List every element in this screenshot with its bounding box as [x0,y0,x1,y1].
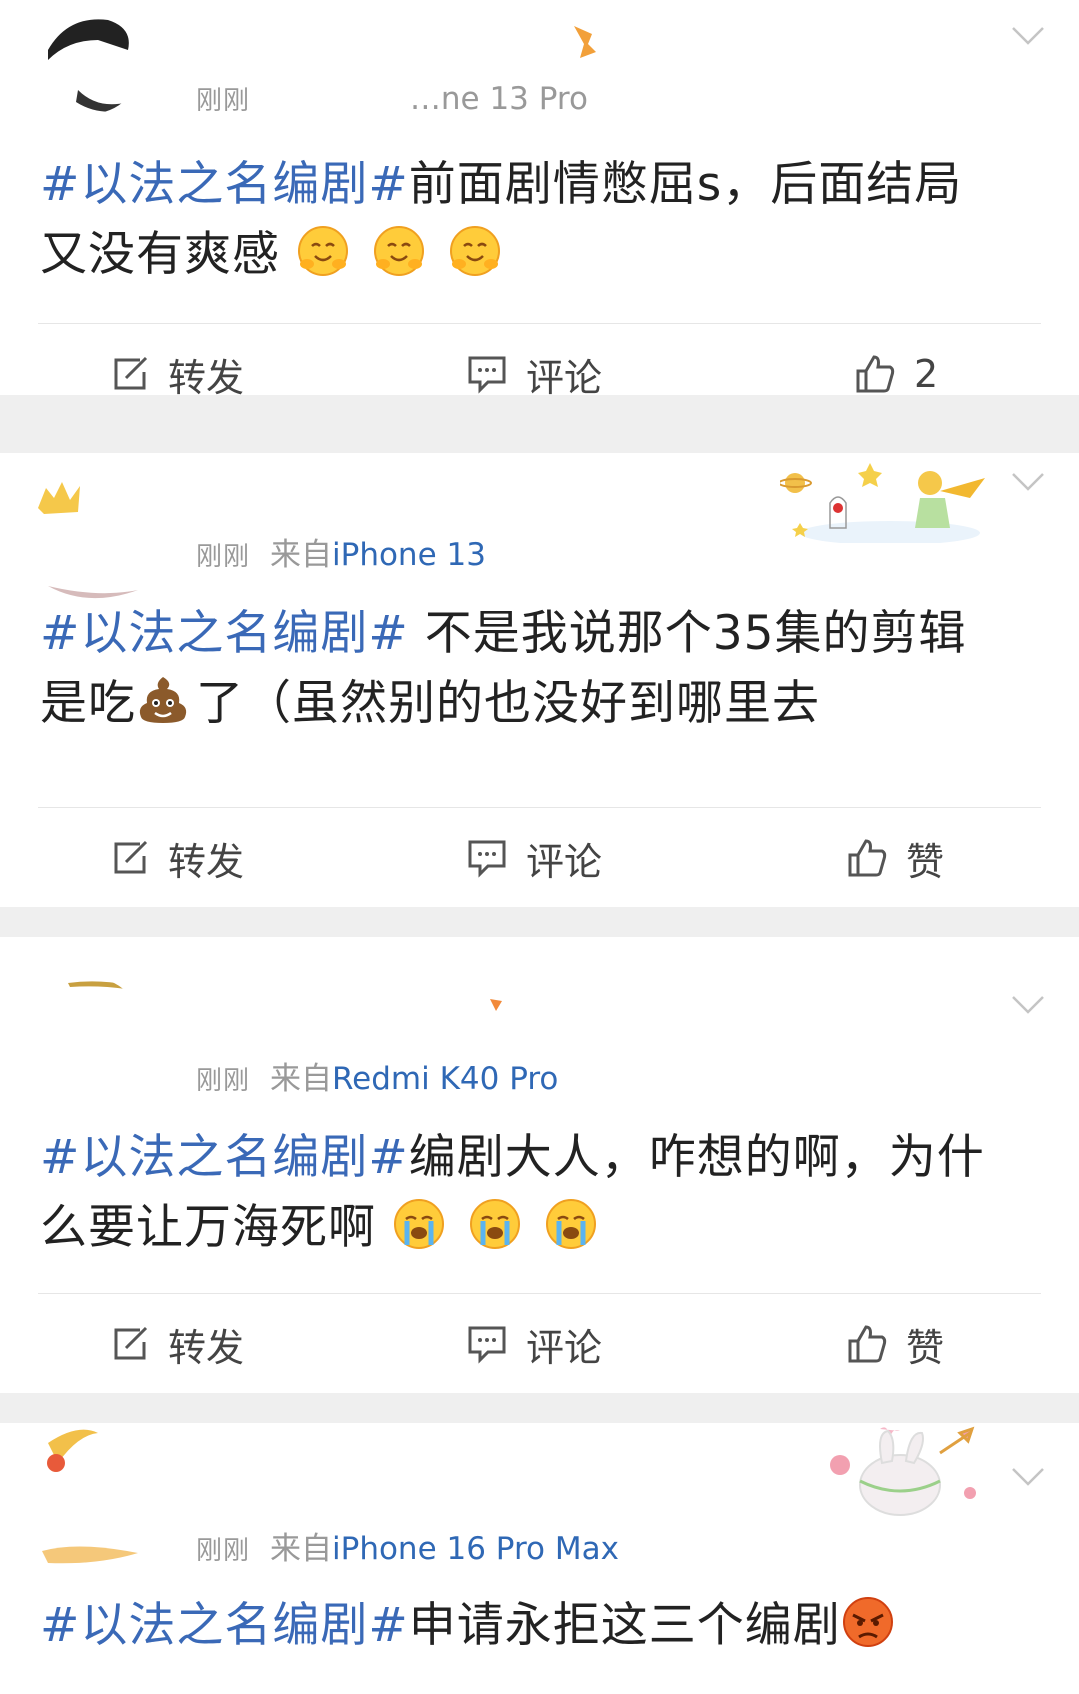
hashtag-link[interactable]: #以法之名编剧# [40,157,409,212]
like-button[interactable]: 赞 [846,818,944,898]
hug-emoji-icon [297,226,348,276]
post-time: 刚刚 [196,86,251,116]
chevron-down-icon[interactable] [1011,472,1045,492]
repost-button[interactable]: 转发 [110,818,244,898]
post-card-1: 刚刚 …ne 13 Pro #以法之名编剧#前面剧情憋屈s，后面结局又没有爽感 … [0,0,1079,395]
comment-button[interactable]: 评论 [466,1304,602,1384]
hug-emoji-icon [373,226,424,276]
repost-label: 转发 [168,1325,245,1370]
post-card-4: 刚刚 来自iPhone 16 Pro Max #以法之名编剧#申请永拒这三个编剧 [0,1423,1079,1694]
little-prince-banner-icon [780,463,985,543]
like-label: 赞 [906,839,945,884]
crying-emoji-icon [545,1199,596,1249]
device-label: …ne 13 Pro [409,81,588,117]
avatar[interactable] [38,458,142,618]
post-time: 刚刚 [196,542,251,572]
post-separator [0,907,1079,937]
post-meta: 刚刚 来自iPhone 13 [196,529,486,574]
post-meta: 刚刚 来自Redmi K40 Pro [196,1053,558,1098]
repost-button[interactable]: 转发 [110,1304,244,1384]
repost-icon [114,356,148,390]
action-bar: 转发 评论 赞 [0,818,1079,898]
comment-icon [468,1326,506,1364]
emoji-group [376,1199,604,1255]
hug-emoji-icon [449,226,500,276]
like-button[interactable]: 赞 [846,1304,944,1384]
post-meta: 刚刚 来自iPhone 16 Pro Max [196,1523,619,1568]
repost-label: 转发 [168,355,245,396]
post-body: 申请永拒这三个编剧 [408,1598,841,1653]
repost-icon [114,1326,148,1360]
rabbit-banner-icon [830,1426,976,1516]
emoji-group [280,226,508,282]
angry-emoji-icon [842,1597,893,1647]
fox-decoration-icon [490,999,502,1011]
hashtag-link[interactable]: #以法之名编剧# [40,606,409,661]
post-text: #以法之名编剧#前面剧情憋屈s，后面结局又没有爽感 [40,150,1009,290]
crying-emoji-icon [393,1199,444,1249]
chevron-down-icon[interactable] [1011,995,1045,1015]
action-bar: 转发 评论 赞 [0,1304,1079,1384]
chevron-down-icon[interactable] [1011,26,1045,46]
post-separator [0,1393,1079,1423]
post-text: #以法之名编剧#编剧大人，咋想的啊，为什么要让万海死啊 [40,1123,1009,1263]
thumbs-up-icon [856,355,895,393]
device-link[interactable]: iPhone 16 Pro Max [332,1531,619,1567]
thumbs-up-icon [848,1325,887,1363]
comment-label: 评论 [526,355,603,396]
post-card-3: 刚刚 来自Redmi K40 Pro #以法之名编剧#编剧大人，咋想的啊，为什么要… [0,937,1079,1393]
poop-emoji-icon [139,677,187,723]
from-label: 来自 [270,537,333,573]
crying-emoji-icon [469,1199,520,1249]
like-button[interactable]: 2 [854,334,938,395]
hashtag-link[interactable]: #以法之名编剧# [40,1598,409,1653]
post-text: #以法之名编剧#申请永拒这三个编剧 [40,1591,1009,1661]
divider [38,323,1041,324]
post-card-2: 刚刚 来自iPhone 13 #以法之名编剧# 不是我说那个35集的剪辑是吃 了（虽… [0,453,1079,907]
action-bar: 转发 评论 2 [0,334,1079,395]
post-body-continued: 了（虽然别的也没好到哪里去 [196,676,820,731]
avatar[interactable] [38,1423,142,1573]
like-label: 赞 [906,1325,945,1370]
comment-button[interactable]: 评论 [466,818,602,898]
from-label: 来自 [270,1061,333,1097]
post-time: 刚刚 [196,1536,251,1566]
from-label: 来自 [270,1531,333,1567]
fox-decoration-icon [574,26,596,58]
device-link[interactable]: Redmi K40 Pro [332,1061,558,1097]
post-separator [0,395,1079,453]
post-text: #以法之名编剧# 不是我说那个35集的剪辑是吃 了（虽然别的也没好到哪里去 [40,599,1009,739]
divider [38,807,1041,808]
post-time: 刚刚 [196,1066,251,1096]
like-count: 2 [914,352,939,395]
chevron-down-icon[interactable] [1011,1467,1045,1487]
comment-icon [468,356,506,394]
repost-button[interactable]: 转发 [110,334,244,395]
repost-icon [114,840,148,874]
post-meta: 刚刚 …ne 13 Pro [196,80,588,117]
avatar[interactable] [38,977,142,1081]
thumbs-up-icon [848,839,887,877]
avatar[interactable] [38,10,142,114]
device-link[interactable]: iPhone 13 [332,537,486,573]
divider [38,1293,1041,1294]
repost-label: 转发 [168,839,245,884]
comment-button[interactable]: 评论 [466,334,602,395]
comment-icon [468,840,506,878]
comment-label: 评论 [526,1325,603,1370]
comment-label: 评论 [526,839,603,884]
hashtag-link[interactable]: #以法之名编剧# [40,1130,409,1185]
